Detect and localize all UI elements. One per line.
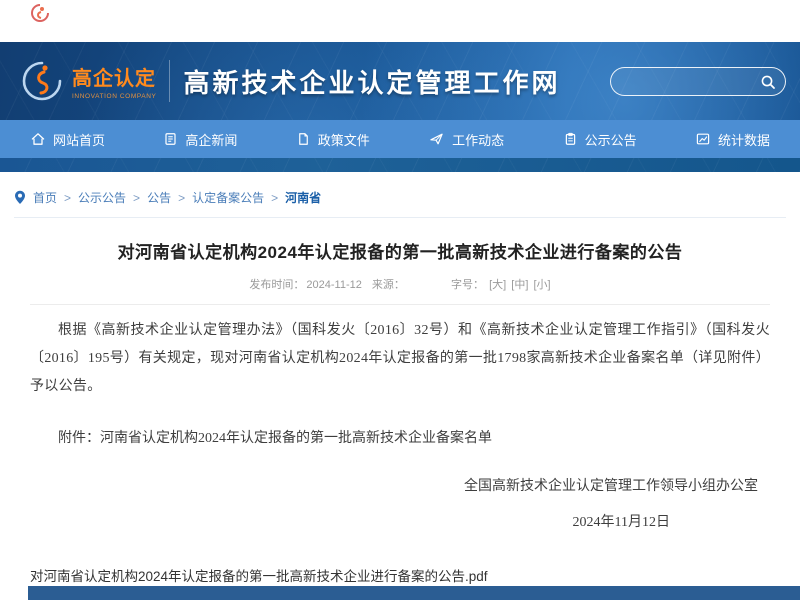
brand-divider xyxy=(169,60,170,102)
nav-item-updates[interactable]: 工作动态 xyxy=(428,130,504,149)
paper-plane-icon xyxy=(428,131,445,147)
font-size-label: 字号： xyxy=(451,279,484,291)
publish-time-label: 发布时间： xyxy=(249,279,304,291)
nav-item-announcements[interactable]: 公示公告 xyxy=(563,130,637,149)
publish-date: 2024-11-12 xyxy=(306,279,361,291)
site-logo[interactable]: 高企认定 INNOVATION COMPANY xyxy=(20,59,156,103)
article-meta: 发布时间：2024-11-12 来源： 字号： [大] [中] [小] xyxy=(30,276,770,305)
article: 对河南省认定机构2024年认定报备的第一批高新技术企业进行备案的公告 发布时间：… xyxy=(0,238,800,585)
site-title: 高新技术企业认定管理工作网 xyxy=(183,63,560,100)
nav-item-policy[interactable]: 政策文件 xyxy=(296,130,370,149)
nav-item-statistics[interactable]: 统计数据 xyxy=(695,130,770,149)
nav-item-home[interactable]: 网站首页 xyxy=(30,130,105,149)
logo-text: 高企认定 INNOVATION COMPANY xyxy=(72,62,156,100)
search-box[interactable] xyxy=(610,67,786,96)
page: 高企认定 INNOVATION COMPANY 高新技术企业认定管理工作网 xyxy=(0,0,800,600)
signature-office: 全国高新技术企业认定管理工作领导小组办公室 xyxy=(30,473,770,501)
nav-label: 工作动态 xyxy=(452,130,504,149)
font-size-large-button[interactable]: [大] xyxy=(489,279,506,291)
breadcrumb-item-home[interactable]: 首页 xyxy=(33,189,57,206)
font-size-small-button[interactable]: [小] xyxy=(533,279,550,291)
top-strip xyxy=(0,0,800,42)
breadcrumb-separator: > xyxy=(133,191,140,205)
nav-label: 高企新闻 xyxy=(185,130,237,149)
logo-en-text: INNOVATION COMPANY xyxy=(72,93,156,100)
brand-row: 高企认定 INNOVATION COMPANY 高新技术企业认定管理工作网 xyxy=(0,42,800,120)
nav-label: 公示公告 xyxy=(585,130,637,149)
chart-icon xyxy=(695,131,711,147)
mini-logo-icon xyxy=(30,3,50,25)
breadcrumb-item-announcements[interactable]: 公示公告 xyxy=(78,189,126,206)
attachment-line: 附件：河南省认定机构2024年认定报备的第一批高新技术企业备案名单 xyxy=(30,425,770,453)
policy-file-icon xyxy=(296,131,311,147)
article-title: 对河南省认定机构2024年认定报备的第一批高新技术企业进行备案的公告 xyxy=(30,238,770,263)
signature-date: 2024年11月12日 xyxy=(30,509,770,537)
breadcrumb-item-henan[interactable]: 河南省 xyxy=(285,189,321,206)
site-header: 高企认定 INNOVATION COMPANY 高新技术企业认定管理工作网 xyxy=(0,42,800,172)
nav-label: 网站首页 xyxy=(53,130,105,149)
nav-label: 政策文件 xyxy=(318,130,370,149)
search-icon[interactable] xyxy=(760,74,776,90)
breadcrumb-item-filing[interactable]: 认定备案公告 xyxy=(192,189,264,206)
main-nav: 网站首页 高企新闻 政策文件 xyxy=(0,120,800,158)
nav-item-news[interactable]: 高企新闻 xyxy=(163,130,237,149)
breadcrumb-separator: > xyxy=(271,191,278,205)
font-size-medium-button[interactable]: [中] xyxy=(511,279,528,291)
news-icon xyxy=(163,131,178,147)
source-label: 来源： xyxy=(372,279,405,291)
logo-cn-text: 高企认定 xyxy=(72,62,156,91)
article-paragraph: 根据《高新技术企业认定管理办法》（国科发火〔2016〕32号）和《高新技术企业认… xyxy=(30,317,770,401)
breadcrumb-divider xyxy=(14,217,786,218)
footer-bar xyxy=(28,586,800,600)
nav-bottom-strip xyxy=(0,158,800,172)
home-icon xyxy=(30,131,46,147)
breadcrumb: 首页 > 公示公告 > 公告 > 认定备案公告 > 河南省 xyxy=(0,172,800,217)
pdf-attachment-link[interactable]: 对河南省认定机构2024年认定报备的第一批高新技术企业进行备案的公告.pdf xyxy=(30,565,770,585)
clipboard-icon xyxy=(563,131,578,147)
search-input[interactable] xyxy=(611,75,760,89)
breadcrumb-separator: > xyxy=(64,191,71,205)
nav-label: 统计数据 xyxy=(718,130,770,149)
breadcrumb-separator: > xyxy=(178,191,185,205)
logo-swirl-icon xyxy=(20,59,64,103)
breadcrumb-item-notice[interactable]: 公告 xyxy=(147,189,171,206)
location-pin-icon xyxy=(14,190,26,205)
